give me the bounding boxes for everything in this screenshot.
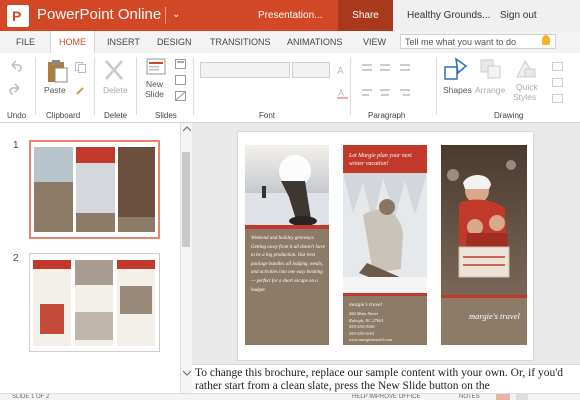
- quick-styles-icon[interactable]: [515, 59, 537, 81]
- svg-text:A: A: [338, 88, 344, 98]
- status-bar: SLIDE 1 OF 2 HELP IMPROVE OFFICE NOTES: [0, 393, 580, 400]
- tab-view[interactable]: VIEW: [363, 37, 386, 47]
- winter-photo-2: [343, 173, 427, 293]
- slide-number-1: 1: [13, 140, 19, 151]
- ribbon: Undo Paste Clipboard Delete Delete New S…: [0, 53, 580, 152]
- panel2-header: Let Margie plan your next winter vacatio…: [343, 145, 427, 173]
- title-separator: [165, 7, 166, 24]
- red-divider: [245, 225, 329, 229]
- panel2-footer-body: 456 Main Street Raleigh, NC 27601 555-55…: [349, 311, 393, 342]
- delete-icon[interactable]: [104, 59, 124, 83]
- notes-pane[interactable]: To change this brochure, replace our sam…: [192, 364, 580, 393]
- panel1-body-text: Weekend and holiday getaways. Getting aw…: [251, 236, 325, 293]
- delete-button-label[interactable]: Delete: [103, 85, 128, 95]
- bullets-icon[interactable]: [362, 63, 422, 77]
- account-name[interactable]: Healthy Grounds...: [393, 0, 495, 31]
- presentation-name[interactable]: Presentation...: [258, 10, 322, 21]
- new-slide-label-2[interactable]: Slide: [145, 89, 164, 99]
- sign-out-link[interactable]: Sign out: [495, 0, 580, 31]
- slide-thumbnail-1[interactable]: [29, 140, 160, 239]
- format-painter-icon[interactable]: [75, 85, 86, 98]
- app-title[interactable]: PowerPoint Online: [37, 6, 161, 23]
- tab-design[interactable]: DESIGN: [157, 37, 192, 47]
- duplicate-slide-icon[interactable]: [175, 75, 186, 87]
- panel2-footer: margie's travel 456 Main Street Raleigh,…: [343, 296, 427, 345]
- scroll-down-icon[interactable]: [183, 370, 191, 376]
- quick-styles-label-1[interactable]: Quick: [516, 82, 538, 92]
- notes-toggle[interactable]: NOTES: [459, 394, 480, 400]
- title-bar: P PowerPoint Online ⌄ Presentation... Sh…: [0, 0, 580, 31]
- layout-icon[interactable]: [175, 59, 186, 71]
- delete-group-label: Delete: [104, 111, 128, 120]
- help-improve-link[interactable]: HELP IMPROVE OFFICE: [352, 394, 421, 400]
- copy-icon[interactable]: [75, 62, 86, 75]
- scrollbar-thumb[interactable]: [182, 152, 190, 247]
- lightbulb-icon: [542, 35, 550, 45]
- arrange-icon[interactable]: [480, 59, 502, 81]
- shape-outline-icon[interactable]: [552, 78, 564, 90]
- shape-fill-icon[interactable]: [552, 62, 564, 74]
- grow-font-icon[interactable]: A: [337, 65, 349, 77]
- tab-animations[interactable]: ANIMATIONS: [287, 37, 342, 47]
- red-divider-3: [441, 295, 527, 298]
- undo-icon[interactable]: [9, 60, 22, 74]
- font-color-icon[interactable]: A: [337, 88, 349, 102]
- drawing-group-label: Drawing: [494, 111, 524, 120]
- undo-group-label: Undo: [7, 111, 27, 120]
- font-size-dropdown[interactable]: [292, 62, 330, 78]
- powerpoint-logo-icon[interactable]: P: [7, 5, 29, 27]
- align-icons[interactable]: [362, 88, 422, 102]
- brochure-panel-2: Let Margie plan your next winter vacatio…: [343, 145, 427, 345]
- tab-transitions[interactable]: TRANSITIONS: [210, 37, 271, 47]
- tell-me-input[interactable]: Tell me what you want to do: [400, 34, 556, 49]
- tab-home[interactable]: HOME: [50, 31, 95, 53]
- brand-name: margie's travel: [469, 311, 520, 321]
- shapes-icon[interactable]: [444, 57, 468, 83]
- font-group-label: Font: [259, 111, 276, 120]
- family-photo: [441, 145, 527, 295]
- slide-counter: SLIDE 1 OF 2: [12, 394, 50, 400]
- font-name-dropdown[interactable]: [200, 62, 290, 78]
- brochure-panel-3: margie's travel: [441, 145, 527, 345]
- brochure-panel-1: Weekend and holiday getaways. Getting aw…: [245, 145, 329, 345]
- slide-thumbnail-pane: 1 2: [0, 123, 180, 393]
- arrange-button-label[interactable]: Arrange: [475, 85, 505, 95]
- hide-slide-icon[interactable]: [175, 91, 186, 103]
- slide-thumbnail-2[interactable]: [29, 253, 160, 352]
- new-slide-label-1[interactable]: New: [146, 79, 163, 89]
- slide-canvas[interactable]: Weekend and holiday getaways. Getting aw…: [237, 131, 534, 361]
- panel2-footer-title: margie's travel: [349, 302, 382, 308]
- clipboard-group-label: Clipboard: [46, 111, 81, 120]
- paragraph-group-label: Paragraph: [368, 111, 406, 120]
- slide-sorter-icon[interactable]: [516, 394, 528, 400]
- chevron-down-icon[interactable]: ⌄: [172, 9, 180, 20]
- slide-number-2: 2: [13, 253, 19, 264]
- tab-file[interactable]: FILE: [16, 37, 35, 47]
- tab-insert[interactable]: INSERT: [107, 37, 140, 47]
- quick-styles-label-2[interactable]: Styles: [513, 92, 536, 102]
- new-slide-icon[interactable]: [146, 58, 166, 78]
- paste-icon[interactable]: [44, 58, 70, 86]
- paste-button-label[interactable]: Paste: [44, 85, 66, 95]
- shape-effects-icon[interactable]: [552, 94, 564, 106]
- winter-photo-1: [245, 145, 329, 225]
- shapes-button-label[interactable]: Shapes: [443, 85, 472, 95]
- svg-text:A: A: [337, 66, 344, 75]
- scroll-up-icon[interactable]: [183, 126, 191, 132]
- share-button[interactable]: Share: [338, 0, 393, 31]
- normal-view-icon[interactable]: [496, 394, 510, 400]
- slides-group-label: Slides: [155, 111, 177, 120]
- redo-icon[interactable]: [9, 83, 22, 97]
